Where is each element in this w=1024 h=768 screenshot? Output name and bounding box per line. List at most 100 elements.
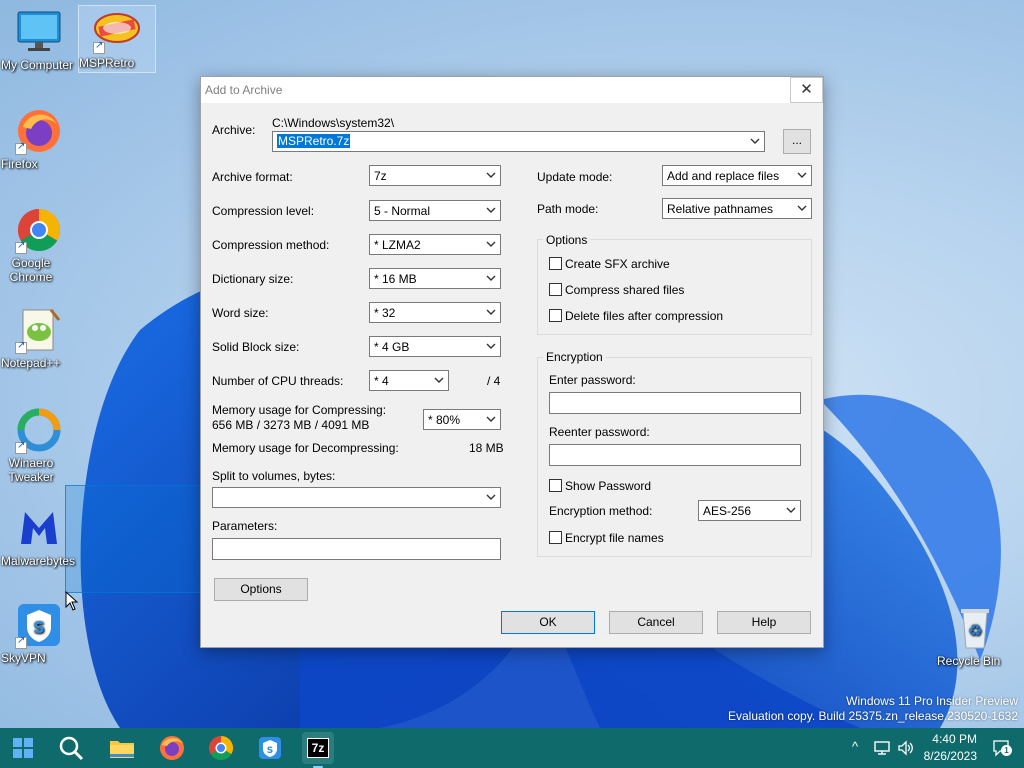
add-to-archive-dialog: Add to Archive ✕ Archive: C:\Windows\sys… xyxy=(200,76,824,648)
reenter-password-input[interactable] xyxy=(549,444,801,466)
chevron-down-icon xyxy=(486,343,496,349)
path-mode-label: Path mode: xyxy=(537,202,599,216)
close-icon: ✕ xyxy=(800,81,813,98)
archive-name-value: MSPRetro.7z xyxy=(277,134,351,148)
desktop-icon-google-chrome[interactable]: Google Chrome xyxy=(1,206,77,284)
drag-selection-rectangle xyxy=(65,485,201,593)
shortcut-arrow-icon xyxy=(15,240,27,254)
chevron-down-icon xyxy=(486,494,496,500)
solid-block-size-select[interactable]: * 4 GB xyxy=(369,336,501,357)
svg-text:S: S xyxy=(33,618,45,637)
desktop-icon-notepadpp[interactable]: Notepad++ xyxy=(1,306,77,370)
chevron-down-icon xyxy=(486,207,496,213)
browse-button[interactable]: ... xyxy=(783,129,811,154)
search-button[interactable] xyxy=(55,732,87,764)
encryption-method-select[interactable]: AES-256 xyxy=(698,500,801,521)
firefox-icon xyxy=(160,736,184,760)
archive-label: Archive: xyxy=(212,123,256,137)
shortcut-arrow-icon xyxy=(15,340,27,354)
update-mode-label: Update mode: xyxy=(537,170,613,184)
cancel-button[interactable]: Cancel xyxy=(609,611,703,634)
clock-date[interactable]: 8/26/2023 xyxy=(921,749,977,763)
watermark-line-1: Windows 11 Pro Insider Preview xyxy=(846,694,1018,708)
encryption-group-title: Encryption xyxy=(543,350,606,364)
clock-time[interactable]: 4:40 PM xyxy=(929,732,977,746)
taskbar-firefox[interactable] xyxy=(156,732,188,764)
shortcut-arrow-icon xyxy=(93,40,105,54)
memory-compress-detail: 656 MB / 3273 MB / 4091 MB xyxy=(212,418,370,432)
create-sfx-checkbox[interactable] xyxy=(549,257,562,270)
desktop-icon-malwarebytes[interactable]: Malwarebytes xyxy=(1,504,77,568)
compression-method-select[interactable]: * LZMA2 xyxy=(369,234,501,255)
compression-method-label: Compression method: xyxy=(212,238,330,252)
taskbar: S 7z ^ 4:40 PM 8/26/2023 1 xyxy=(0,728,1024,768)
solid-block-size-label: Solid Block size: xyxy=(212,340,300,354)
chevron-down-icon xyxy=(486,275,496,281)
chevron-down-icon xyxy=(486,416,496,422)
taskbar-chrome[interactable] xyxy=(205,732,237,764)
desktop-icon-winaero-tweaker[interactable]: Winaero Tweaker xyxy=(1,406,77,484)
network-icon[interactable] xyxy=(873,739,891,757)
compress-shared-checkbox[interactable] xyxy=(549,283,562,296)
skyvpn-icon: S xyxy=(259,737,281,759)
archive-format-select[interactable]: 7z xyxy=(369,165,501,186)
split-volumes-combo[interactable] xyxy=(212,487,501,508)
dialog-titlebar[interactable]: Add to Archive ✕ xyxy=(201,77,823,103)
tray-overflow-chevron[interactable]: ^ xyxy=(852,739,858,754)
delete-after-label: Delete files after compression xyxy=(565,309,724,323)
start-button[interactable] xyxy=(7,732,39,764)
cpu-threads-label: Number of CPU threads: xyxy=(212,374,344,388)
taskbar-skyvpn[interactable]: S xyxy=(254,732,286,764)
close-button[interactable]: ✕ xyxy=(790,77,823,103)
chevron-down-icon xyxy=(786,507,796,513)
options-button[interactable]: Options xyxy=(214,578,308,601)
chevron-down-icon xyxy=(750,138,760,144)
desktop-icon-mspretro[interactable]: MSPRetro xyxy=(78,5,156,73)
memory-compress-select[interactable]: * 80% xyxy=(423,409,501,430)
encrypt-names-checkbox[interactable] xyxy=(549,531,562,544)
help-button[interactable]: Help xyxy=(717,611,811,634)
archive-name-combo[interactable]: MSPRetro.7z xyxy=(272,131,765,152)
compression-level-select[interactable]: 5 - Normal xyxy=(369,200,501,221)
volume-icon[interactable] xyxy=(897,739,915,757)
archive-path: C:\Windows\system32\ xyxy=(272,116,395,130)
memory-decompress-label: Memory usage for Decompressing: xyxy=(212,441,399,455)
enter-password-label: Enter password: xyxy=(549,373,636,387)
show-password-checkbox[interactable] xyxy=(549,479,562,492)
show-password-label: Show Password xyxy=(565,479,652,493)
chevron-down-icon xyxy=(434,377,444,383)
shortcut-arrow-icon xyxy=(15,635,27,649)
shortcut-arrow-icon xyxy=(15,141,27,155)
dictionary-size-select[interactable]: * 16 MB xyxy=(369,268,501,289)
path-mode-select[interactable]: Relative pathnames xyxy=(662,198,812,219)
svg-text:♻: ♻ xyxy=(968,621,982,640)
notepadpp-icon xyxy=(15,306,63,354)
chrome-icon xyxy=(209,736,234,761)
notification-center-button[interactable]: 1 xyxy=(992,739,1012,757)
enter-password-input[interactable] xyxy=(549,392,801,414)
dictionary-size-label: Dictionary size: xyxy=(212,272,294,286)
parameters-input[interactable] xyxy=(212,538,501,560)
chevron-down-icon xyxy=(486,241,496,247)
delete-after-checkbox[interactable] xyxy=(549,309,562,322)
parameters-label: Parameters: xyxy=(212,519,278,533)
desktop-icon-my-computer[interactable]: My Computer xyxy=(1,8,77,72)
taskbar-7zip[interactable]: 7z xyxy=(302,732,334,768)
word-size-select[interactable]: * 32 xyxy=(369,302,501,323)
memory-decompress-value: 18 MB xyxy=(469,441,504,455)
desktop-icon-recycle-bin[interactable]: ♻ Recycle Bin xyxy=(937,604,1013,668)
desktop-icon-firefox[interactable]: Firefox xyxy=(1,107,77,171)
memory-compress-label: Memory usage for Compressing: xyxy=(212,403,387,417)
notification-badge: 1 xyxy=(1001,745,1012,756)
compression-level-label: Compression level: xyxy=(212,204,315,218)
ok-button[interactable]: OK xyxy=(501,611,595,634)
msp-logo-icon xyxy=(93,6,141,54)
update-mode-select[interactable]: Add and replace files xyxy=(662,165,812,186)
taskbar-file-explorer[interactable] xyxy=(106,732,138,764)
cpu-threads-select[interactable]: * 4 xyxy=(369,370,449,391)
monitor-icon xyxy=(15,8,63,56)
start-icon xyxy=(13,738,33,758)
skyvpn-icon: S xyxy=(15,601,63,649)
dialog-title: Add to Archive xyxy=(205,83,283,97)
split-volumes-label: Split to volumes, bytes: xyxy=(212,469,336,483)
